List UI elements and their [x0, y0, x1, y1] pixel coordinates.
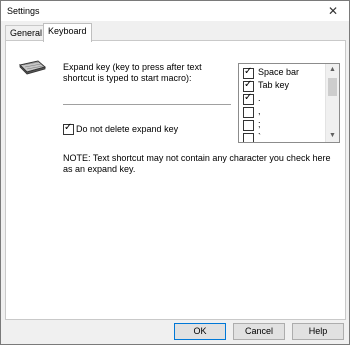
list-item-label: ,	[258, 106, 261, 116]
divider	[63, 104, 231, 105]
checkbox-box[interactable]	[243, 66, 254, 79]
checkbox-box[interactable]	[243, 120, 254, 131]
help-button[interactable]: Help	[292, 323, 344, 340]
expand-key-list[interactable]: Space bar Tab key . , ; `	[238, 63, 340, 143]
keyboard-icon	[19, 60, 46, 75]
checkbox-box[interactable]	[243, 133, 254, 142]
checkbox-box[interactable]	[243, 79, 254, 92]
close-icon[interactable]: ✕	[325, 3, 341, 19]
checkbox-box[interactable]	[63, 122, 74, 135]
list-item-label: `	[258, 132, 261, 142]
tab-general[interactable]: General	[5, 25, 48, 41]
checkbox-box[interactable]	[243, 92, 254, 105]
scroll-thumb[interactable]	[328, 78, 337, 96]
checkbox-label: Do not delete expand key	[76, 124, 179, 134]
ok-button[interactable]: OK	[174, 323, 226, 340]
checkbox-box[interactable]	[243, 107, 254, 118]
tab-keyboard[interactable]: Keyboard	[43, 23, 92, 42]
note-text: NOTE: Text shortcut may not contain any …	[63, 153, 331, 174]
window-title: Settings	[7, 6, 40, 16]
keyboard-panel: Expand key (key to press after text shor…	[5, 40, 346, 320]
title-bar: Settings ✕	[1, 1, 349, 21]
expand-key-label: Expand key (key to press after text shor…	[63, 62, 202, 83]
scroll-up-icon[interactable]: ▲	[326, 64, 339, 76]
list-item-label: ;	[258, 119, 261, 129]
list-item-label: Space bar	[258, 67, 300, 77]
list-scrollbar[interactable]: ▲ ▼	[325, 64, 339, 142]
list-item-label: .	[258, 93, 261, 103]
list-item-label: Tab key	[258, 80, 290, 90]
cancel-button[interactable]: Cancel	[233, 323, 285, 340]
settings-window: Settings ✕ General Keyboard Expand key (…	[0, 0, 350, 345]
scroll-down-icon[interactable]: ▼	[326, 130, 339, 142]
